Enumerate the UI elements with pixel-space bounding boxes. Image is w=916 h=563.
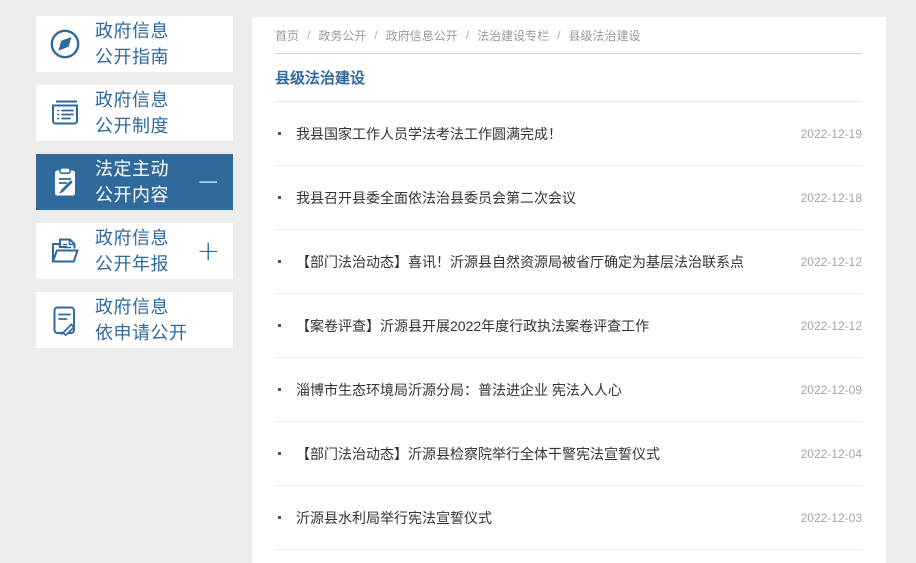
bullet-marker	[278, 324, 281, 327]
breadcrumb-rule-of-law-column[interactable]: 法治建设专栏	[477, 27, 549, 44]
bullet-marker	[278, 516, 281, 519]
breadcrumb-separator: /	[307, 28, 311, 42]
clipboard-pencil-icon	[47, 164, 83, 200]
document-edit-icon	[47, 302, 83, 338]
sidebar-item-disclosure-guide[interactable]: 政府信息 公开指南	[36, 16, 233, 72]
breadcrumb-gov-affairs[interactable]: 政务公开	[318, 27, 366, 44]
content-panel: 首页 / 政务公开 / 政府信息公开 / 法治建设专栏 / 县级法治建设 县级法…	[252, 17, 886, 563]
folder-document-icon	[47, 233, 83, 269]
breadcrumb-info-disclosure[interactable]: 政府信息公开	[386, 27, 458, 44]
article-date: 2022-12-03	[800, 510, 862, 525]
collapse-icon[interactable]: −	[197, 168, 220, 196]
article-date: 2022-12-19	[800, 126, 862, 141]
sidebar-item-annual-report[interactable]: 政府信息 公开年报 +	[36, 223, 233, 279]
expand-icon[interactable]: +	[197, 237, 220, 265]
breadcrumb-separator: /	[465, 28, 470, 42]
article-row: 沂源县水利局举行宪法宣誓仪式 2022-12-03	[275, 486, 862, 550]
bullet-marker	[278, 388, 281, 391]
article-link[interactable]: 【部门法治动态】喜讯！沂源县自然资源局被省厅确定为基层法治联系点	[296, 252, 787, 272]
article-list: 我县国家工作人员学法考法工作圆满完成！ 2022-12-19 我县召开县委全面依…	[275, 102, 862, 550]
sidebar-item-request-disclosure[interactable]: 政府信息 依申请公开	[36, 292, 233, 348]
breadcrumb: 首页 / 政务公开 / 政府信息公开 / 法治建设专栏 / 县级法治建设	[275, 17, 862, 54]
sidebar-item-label: 政府信息 依申请公开	[95, 297, 188, 343]
breadcrumb-home[interactable]: 首页	[275, 27, 299, 44]
article-link[interactable]: 沂源县水利局举行宪法宣誓仪式	[296, 508, 787, 528]
sidebar-item-statutory-disclosure[interactable]: 法定主动 公开内容 −	[36, 154, 233, 210]
article-link[interactable]: 淄博市生态环境局沂源分局：普法进企业 宪法入人心	[296, 380, 787, 400]
page: 政府信息 公开指南 政府信息 公开制度 法定主动 公开内容 − 政府信息 公开年…	[0, 0, 916, 563]
article-link[interactable]: 【部门法治动态】沂源县检察院举行全体干警宪法宣誓仪式	[296, 444, 787, 464]
breadcrumb-separator: /	[374, 28, 378, 42]
bullet-marker	[278, 260, 281, 263]
sidebar-item-label: 政府信息 公开指南	[95, 21, 169, 67]
breadcrumb-separator: /	[557, 28, 561, 42]
article-date: 2022-12-04	[800, 446, 862, 461]
sidebar: 政府信息 公开指南 政府信息 公开制度 法定主动 公开内容 − 政府信息 公开年…	[36, 16, 233, 361]
article-row: 我县国家工作人员学法考法工作圆满完成！ 2022-12-19	[275, 102, 862, 166]
article-link[interactable]: 【案卷评查】沂源县开展2022年度行政执法案卷评查工作	[296, 316, 787, 336]
sidebar-item-disclosure-system[interactable]: 政府信息 公开制度	[36, 85, 233, 141]
article-date: 2022-12-12	[800, 254, 862, 269]
page-title: 县级法治建设	[275, 54, 862, 102]
article-link[interactable]: 我县召开县委全面依法治县委员会第二次会议	[296, 188, 787, 208]
article-row: 淄博市生态环境局沂源分局：普法进企业 宪法入人心 2022-12-09	[275, 358, 862, 422]
breadcrumb-current: 县级法治建设	[568, 28, 641, 43]
article-link[interactable]: 我县国家工作人员学法考法工作圆满完成！	[296, 124, 787, 144]
article-date: 2022-12-09	[800, 382, 862, 397]
article-row: 【部门法治动态】喜讯！沂源县自然资源局被省厅确定为基层法治联系点 2022-12…	[275, 230, 862, 294]
compass-icon	[47, 26, 83, 62]
bullet-marker	[278, 196, 281, 199]
sidebar-item-label: 法定主动 公开内容	[95, 159, 169, 205]
article-date: 2022-12-12	[800, 318, 862, 333]
sidebar-item-label: 政府信息 公开制度	[95, 90, 169, 136]
article-row: 我县召开县委全面依法治县委员会第二次会议 2022-12-18	[275, 166, 862, 230]
article-row: 【部门法治动态】沂源县检察院举行全体干警宪法宣誓仪式 2022-12-04	[275, 422, 862, 486]
bullet-marker	[278, 452, 281, 455]
bullet-marker	[278, 132, 281, 135]
article-row: 【案卷评查】沂源县开展2022年度行政执法案卷评查工作 2022-12-12	[275, 294, 862, 358]
document-list-icon	[47, 95, 83, 131]
sidebar-item-label: 政府信息 公开年报	[95, 228, 169, 274]
article-date: 2022-12-18	[800, 190, 862, 205]
